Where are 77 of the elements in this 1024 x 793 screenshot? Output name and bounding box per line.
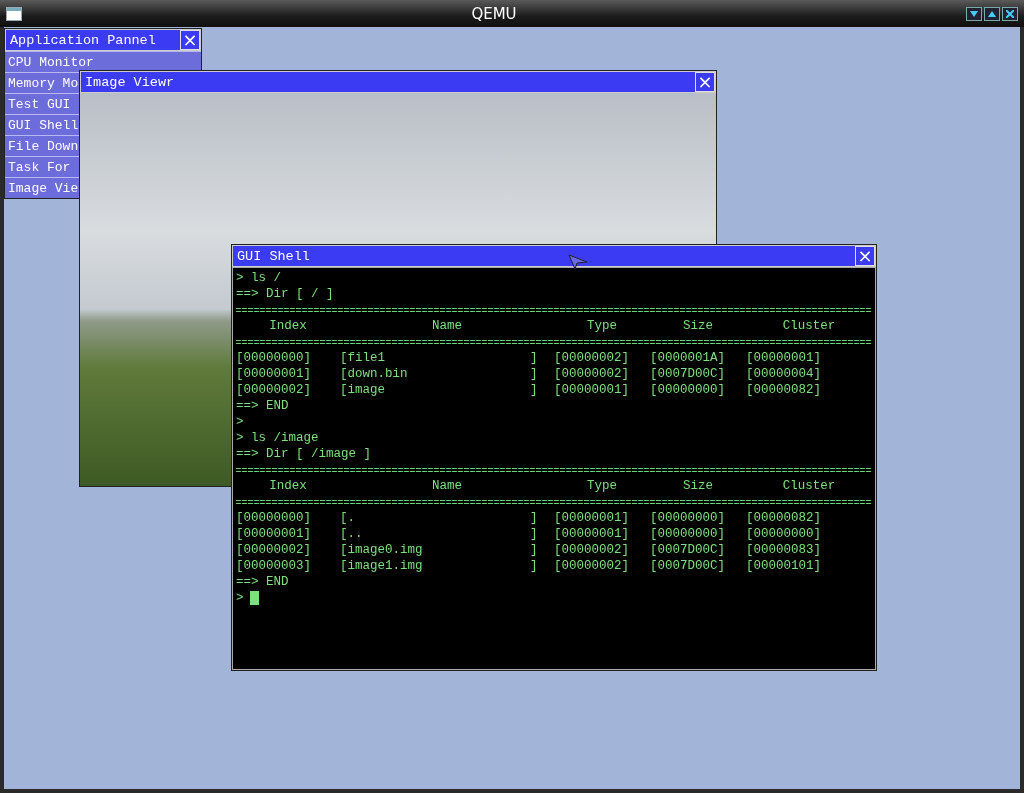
- column-header: Index: [268, 478, 308, 494]
- panel-menu-item[interactable]: Memory Mo: [5, 73, 81, 93]
- window-icon: [6, 6, 22, 21]
- shell-output-line: ==> END: [236, 398, 290, 414]
- close-button[interactable]: ×: [855, 246, 875, 266]
- table-cell-text: ]: [530, 350, 539, 366]
- table-cell-text: [00000001]: [554, 510, 630, 526]
- column-header: Size: [682, 318, 714, 334]
- table-cell-text: [00000004]: [746, 366, 822, 382]
- table-cell-text: [0007D00C]: [650, 558, 726, 574]
- close-icon: [1006, 9, 1014, 18]
- table-cell-text: [00000002]: [554, 350, 630, 366]
- table-cell-text: [00000000]: [650, 382, 726, 398]
- table-cell-text: [00000000]: [236, 510, 312, 526]
- table-cell-text: [00000003]: [236, 558, 312, 574]
- table-cell-text: [00000000]: [650, 510, 726, 526]
- prompt-text: >: [236, 591, 244, 605]
- table-cell-text: [00000002]: [236, 382, 312, 398]
- table-cell-text: [00000000]: [236, 350, 312, 366]
- table-cell-text: [..: [340, 526, 364, 542]
- table-cell-text: [0007D00C]: [650, 542, 726, 558]
- column-header: Cluster: [781, 318, 837, 334]
- table-cell-text: [00000000]: [746, 526, 822, 542]
- table-cell-text: [down.bin: [340, 366, 409, 382]
- column-header: Name: [431, 318, 463, 334]
- caret-down-icon: [970, 10, 978, 17]
- table-cell-text: [00000001]: [554, 526, 630, 542]
- table-cell-text: ]: [530, 366, 539, 382]
- cursor-arrow-icon: [568, 254, 588, 270]
- table-cell-text: ]: [530, 542, 539, 558]
- table-cell-text: [image1.img: [340, 558, 424, 574]
- maximize-button[interactable]: [984, 6, 1000, 21]
- close-button[interactable]: [1002, 6, 1018, 21]
- column-header: Type: [586, 478, 618, 494]
- table-cell-text: [00000002]: [554, 542, 630, 558]
- column-header: Cluster: [781, 478, 837, 494]
- table-cell-text: [image: [340, 382, 386, 398]
- table-cell-text: [00000002]: [554, 366, 630, 382]
- table-cell-text: [00000001]: [554, 382, 630, 398]
- table-cell-text: [00000001]: [236, 526, 312, 542]
- shell-output-line: > ls /: [236, 270, 282, 286]
- table-cell-text: [file1: [340, 350, 386, 366]
- table-cell-text: [00000002]: [236, 542, 312, 558]
- column-header: Type: [586, 318, 618, 334]
- shell-output-line: > ls /image: [236, 430, 320, 446]
- table-cell-text: ]: [530, 382, 539, 398]
- shell-output-line: ==> Dir [ /image ]: [236, 446, 373, 462]
- table-cell-text: [00000002]: [554, 558, 630, 574]
- close-button[interactable]: ×: [695, 72, 715, 92]
- table-cell-text: [00000083]: [746, 542, 822, 558]
- table-cell-text: ]: [530, 526, 539, 542]
- table-cell-text: [.: [340, 510, 356, 526]
- column-header: Size: [682, 478, 714, 494]
- shell-output-line: ==> Dir [ / ]: [236, 286, 335, 302]
- close-button[interactable]: ×: [180, 30, 200, 50]
- shell-output-line: ==> END: [236, 574, 290, 590]
- window-title: QEMU: [471, 4, 517, 23]
- panel-title: Application Pannel: [9, 32, 156, 48]
- table-cell-text: [00000101]: [746, 558, 822, 574]
- table-cell-text: [00000082]: [746, 382, 822, 398]
- table-cell-text: [0000001A]: [650, 350, 726, 366]
- window-title: GUI Shell: [236, 248, 310, 264]
- table-cell-text: [0007D00C]: [650, 366, 726, 382]
- table-cell-text: [00000082]: [746, 510, 822, 526]
- text-cursor: [249, 590, 259, 605]
- column-header: Name: [431, 478, 463, 494]
- shell-output-line: >: [236, 414, 245, 430]
- table-cell-text: [image0.img: [340, 542, 424, 558]
- column-header: Index: [268, 318, 308, 334]
- minimize-button[interactable]: [966, 6, 982, 21]
- table-cell-text: [00000000]: [650, 526, 726, 542]
- table-cell-text: ]: [530, 510, 539, 526]
- table-cell-text: ]: [530, 558, 539, 574]
- table-cell-text: [00000001]: [746, 350, 822, 366]
- window-title: Image Viewr: [84, 74, 175, 90]
- table-cell-text: [00000001]: [236, 366, 312, 382]
- caret-up-icon: [988, 10, 996, 17]
